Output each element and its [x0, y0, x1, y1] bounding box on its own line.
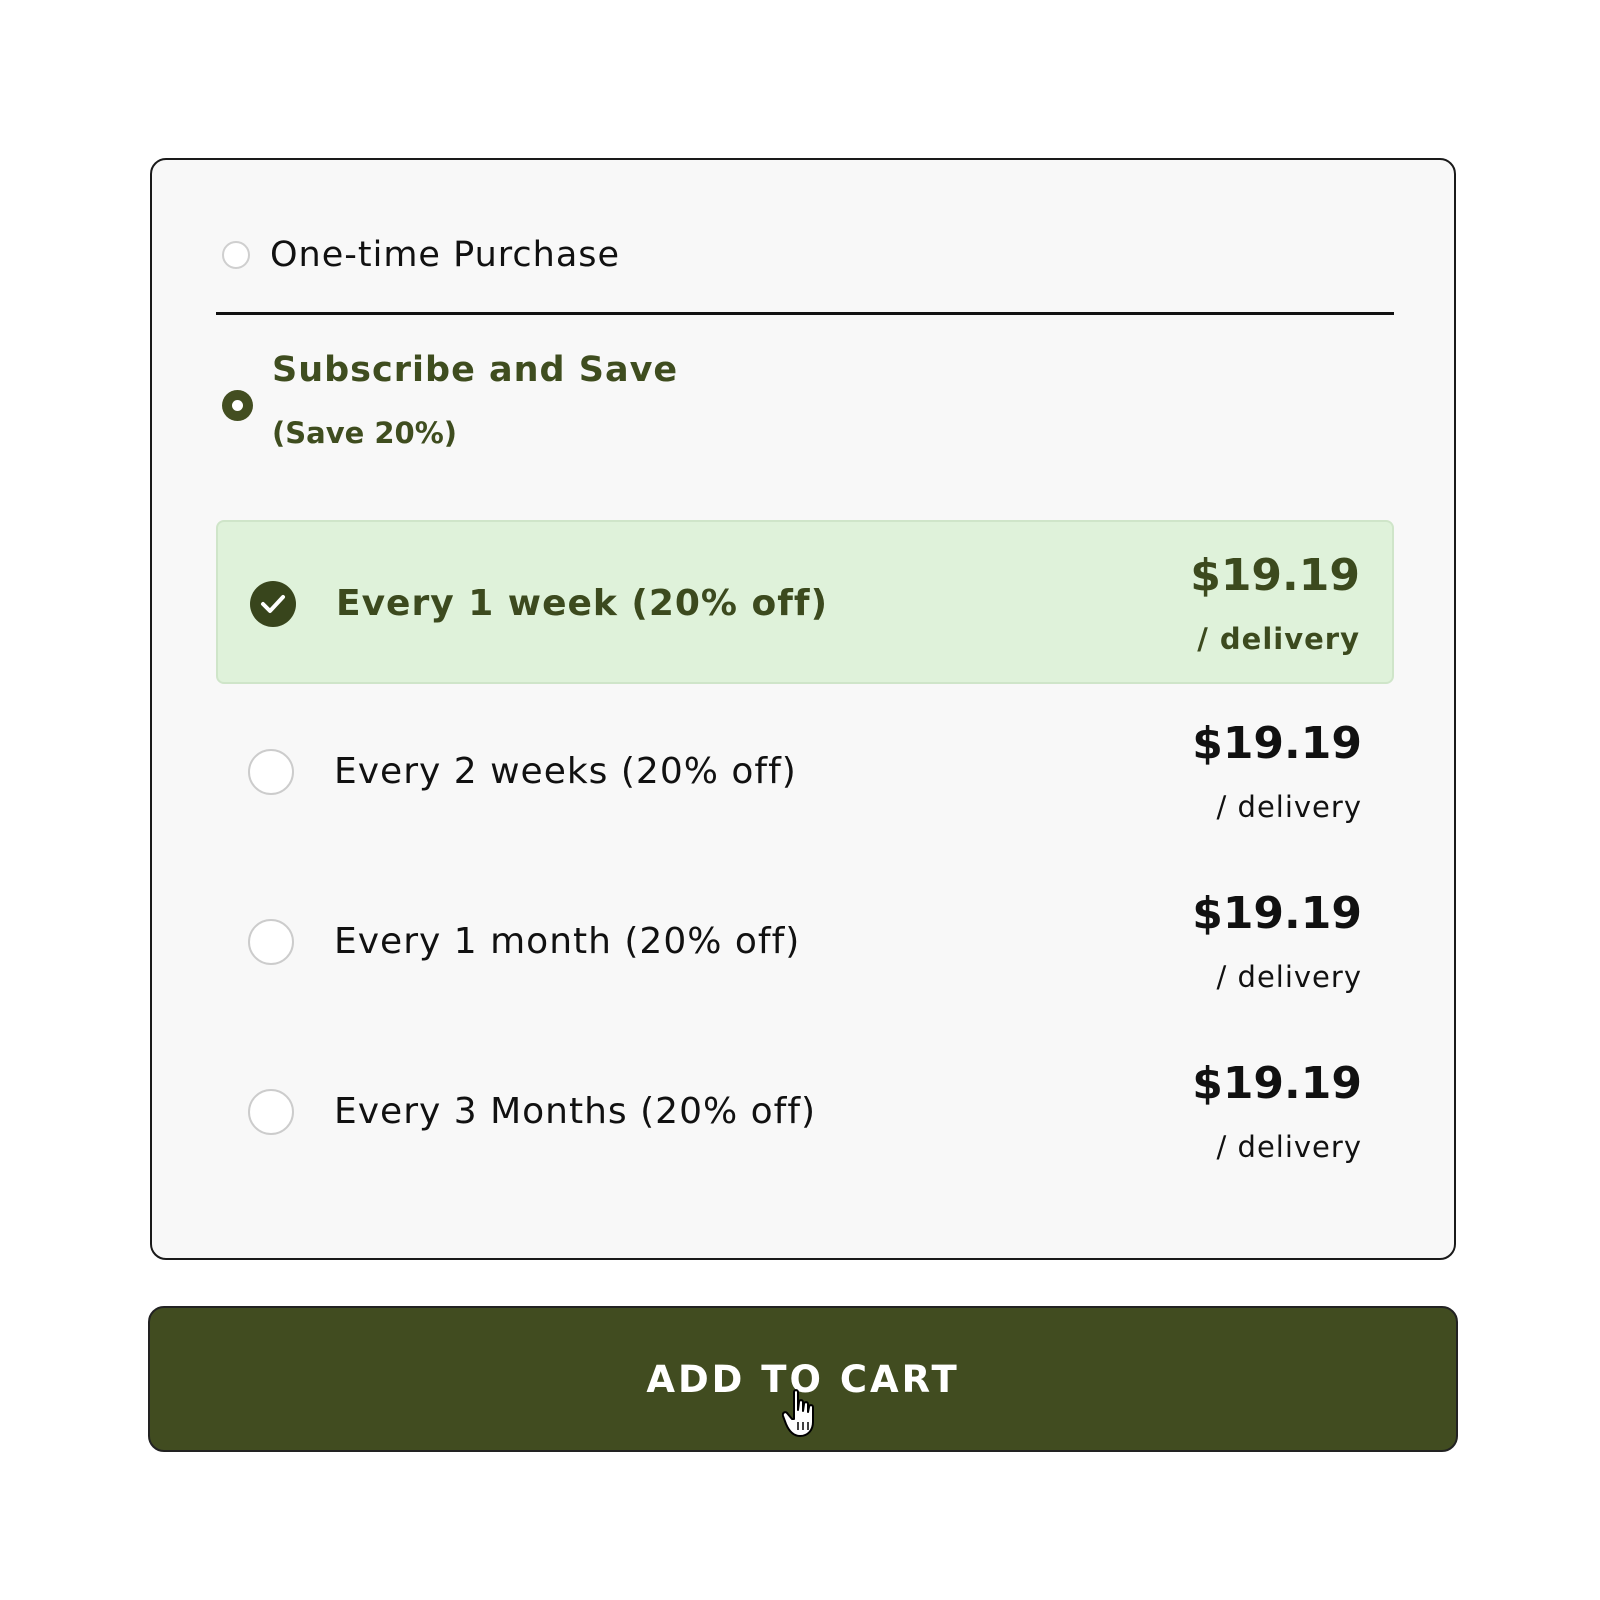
frequency-option-1-week[interactable]: Every 1 week (20% off) $19.19 / delivery — [216, 520, 1394, 684]
one-time-radio[interactable] — [222, 241, 250, 269]
frequency-option-3-months[interactable]: Every 3 Months (20% off) $19.19 / delive… — [216, 1030, 1394, 1194]
frequency-option-2-weeks[interactable]: Every 2 weeks (20% off) $19.19 / deliver… — [216, 690, 1394, 854]
subscribe-and-save-option[interactable]: Subscribe and Save (Save 20%) — [222, 350, 822, 480]
frequency-price: $19.19 — [1192, 1058, 1362, 1109]
frequency-price: $19.19 — [1190, 550, 1360, 601]
frequency-label: Every 2 weeks (20% off) — [334, 751, 797, 792]
frequency-per-delivery: / delivery — [1216, 960, 1362, 994]
frequency-per-delivery: / delivery — [1216, 790, 1362, 824]
frequency-label: Every 3 Months (20% off) — [334, 1091, 817, 1132]
add-to-cart-button[interactable]: ADD TO CART — [148, 1306, 1458, 1452]
frequency-label: Every 1 month (20% off) — [334, 921, 801, 962]
frequency-radio[interactable] — [248, 919, 294, 965]
one-time-purchase-label: One-time Purchase — [270, 235, 621, 275]
divider — [216, 312, 1394, 315]
frequency-per-delivery: / delivery — [1197, 622, 1360, 656]
checkmark-circle-icon — [250, 581, 296, 627]
frequency-per-delivery: / delivery — [1216, 1130, 1362, 1164]
frequency-price: $19.19 — [1192, 888, 1362, 939]
subscribe-discount: (Save 20%) — [272, 416, 458, 450]
frequency-label: Every 1 week (20% off) — [336, 583, 829, 624]
one-time-purchase-option[interactable]: One-time Purchase — [222, 220, 620, 290]
frequency-price: $19.19 — [1192, 718, 1362, 769]
frequency-option-1-month[interactable]: Every 1 month (20% off) $19.19 / deliver… — [216, 860, 1394, 1024]
frequency-radio[interactable] — [248, 1089, 294, 1135]
frequency-radio[interactable] — [248, 749, 294, 795]
subscribe-radio[interactable] — [222, 390, 253, 421]
subscribe-label: Subscribe and Save — [272, 350, 679, 390]
purchase-options-panel: One-time Purchase Subscribe and Save (Sa… — [150, 158, 1456, 1260]
